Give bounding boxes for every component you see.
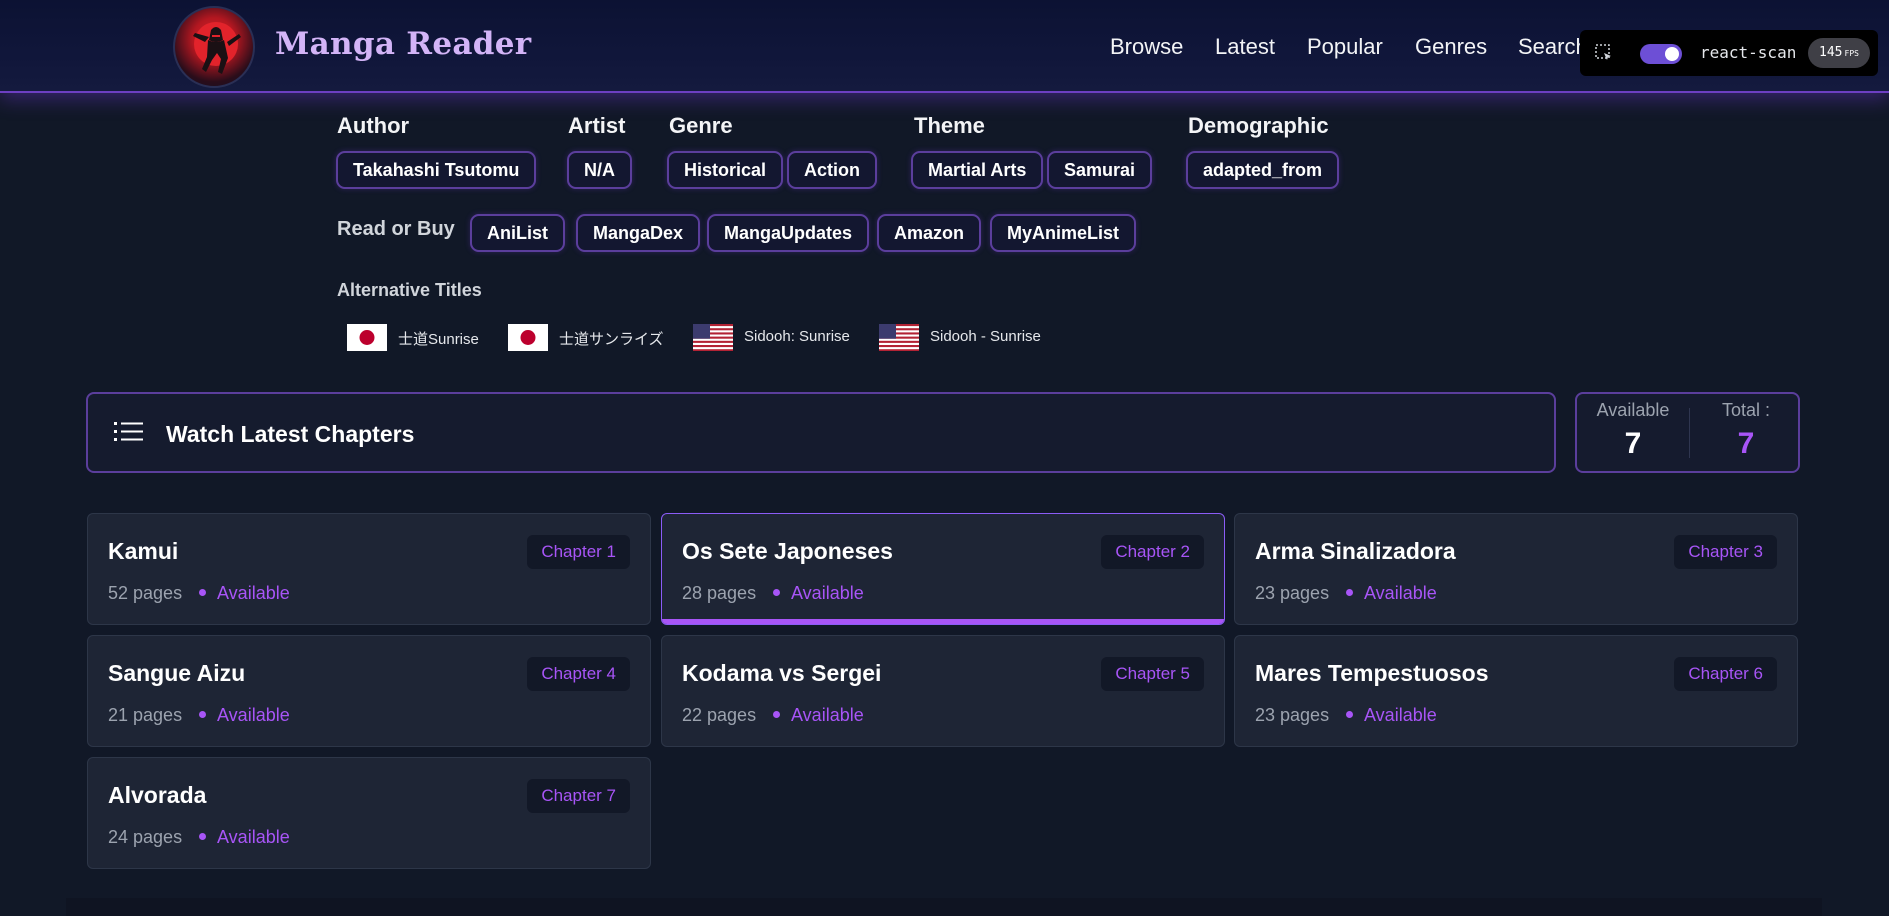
chapter-badge: Chapter 3 (1674, 535, 1777, 569)
us-flag-icon (693, 324, 733, 351)
read-or-buy-label: Read or Buy (337, 218, 455, 240)
page-count: 52 pages (108, 583, 183, 603)
availability-status: Available (773, 583, 864, 604)
artist-chip[interactable]: N/A (567, 151, 632, 189)
chapter-badge: Chapter 4 (527, 657, 630, 691)
chapter-badge: Chapter 2 (1101, 535, 1204, 569)
status-dot-icon (199, 588, 206, 596)
chapter-card-5[interactable]: Kodama vs Sergei Chapter 5 22 pages Avai… (661, 635, 1225, 747)
theme-chip-martial-arts[interactable]: Martial Arts (911, 151, 1044, 189)
alternative-titles-label: Alternative Titles (337, 280, 482, 300)
chapter-card-4[interactable]: Sangue Aizu Chapter 4 21 pages Available (87, 635, 651, 747)
availability-status: Available (199, 705, 290, 726)
total-stat: Total : 7 (1721, 400, 1771, 460)
chapter-badge: Chapter 7 (527, 779, 630, 813)
chapter-card-6[interactable]: Mares Tempestuosos Chapter 6 23 pages Av… (1234, 635, 1798, 747)
availability-status: Available (1346, 583, 1437, 604)
status-dot-icon (773, 710, 780, 718)
watch-latest-chapters-header: Watch Latest Chapters (86, 392, 1556, 473)
page-count: 22 pages (682, 705, 757, 725)
chapter-title: Kodama vs Sergei (682, 660, 882, 686)
chapter-badge: Chapter 6 (1674, 657, 1777, 691)
chapter-badge: Chapter 5 (1101, 657, 1204, 691)
brand-title[interactable]: Manga Reader (275, 26, 531, 62)
status-dot-icon (199, 710, 206, 718)
react-scan-toolbar: react-scan 145 FPS (1580, 30, 1878, 76)
link-amazon[interactable]: Amazon (877, 214, 982, 252)
link-mangaupdates[interactable]: MangaUpdates (707, 214, 870, 252)
us-flag-icon (879, 324, 919, 351)
page-count: 24 pages (108, 827, 183, 847)
availability-status: Available (199, 583, 290, 604)
status-dot-icon (199, 832, 206, 840)
page-count: 28 pages (682, 583, 757, 603)
chapter-card-1[interactable]: Kamui Chapter 1 52 pages Available (87, 513, 651, 625)
link-mangadex[interactable]: MangaDex (576, 214, 701, 252)
chapter-title: Sangue Aizu (108, 660, 246, 686)
fps-counter: 145 FPS (1808, 38, 1870, 68)
react-scan-toggle[interactable] (1640, 44, 1682, 64)
link-anilist[interactable]: AniList (470, 214, 565, 252)
availability-status: Available (1346, 705, 1437, 726)
available-stat: Available 7 (1596, 400, 1670, 460)
status-dot-icon (1346, 710, 1353, 718)
chapter-card-3[interactable]: Arma Sinalizadora Chapter 3 23 pages Ava… (1234, 513, 1798, 625)
genre-chip-historical[interactable]: Historical (667, 151, 784, 189)
react-scan-label: react-scan (1700, 43, 1797, 62)
chapter-title: Kamui (108, 538, 179, 564)
author-chip[interactable]: Takahashi Tsutomu (336, 151, 537, 189)
nav-popular[interactable]: Popular (1307, 34, 1383, 60)
content-bottom-edge (66, 898, 1822, 916)
jp-flag-icon (347, 324, 387, 351)
page-count: 21 pages (108, 705, 183, 725)
status-dot-icon (773, 588, 780, 596)
logo-ninja-icon[interactable] (173, 6, 255, 88)
status-dot-icon (1346, 588, 1353, 596)
demographic-chip[interactable]: adapted_from (1186, 151, 1340, 189)
nav-latest[interactable]: Latest (1215, 34, 1275, 60)
link-myanimelist[interactable]: MyAnimeList (990, 214, 1137, 252)
page-count: 23 pages (1255, 583, 1330, 603)
chapter-title: Alvorada (108, 782, 207, 808)
demographic-label: Demographic (1188, 113, 1329, 138)
nav-genres[interactable]: Genres (1415, 34, 1487, 60)
nav-browse[interactable]: Browse (1110, 34, 1183, 60)
author-label: Author (337, 113, 410, 138)
section-title: Watch Latest Chapters (166, 421, 415, 447)
chapter-title: Arma Sinalizadora (1255, 538, 1456, 564)
theme-chip-samurai[interactable]: Samurai (1047, 151, 1153, 189)
chapter-badge: Chapter 1 (527, 535, 630, 569)
genre-chip-action[interactable]: Action (787, 151, 877, 189)
inspect-select-icon[interactable] (1594, 43, 1614, 63)
chapter-card-7[interactable]: Alvorada Chapter 7 24 pages Available (87, 757, 651, 869)
jp-flag-icon (508, 324, 548, 351)
page-count: 23 pages (1255, 705, 1330, 725)
availability-status: Available (199, 827, 290, 848)
genre-label: Genre (669, 113, 733, 138)
nav-search[interactable]: Search (1518, 34, 1588, 60)
availability-status: Available (773, 705, 864, 726)
chapter-stats: Available 7 Total : 7 (1575, 392, 1800, 473)
theme-label: Theme (914, 113, 985, 138)
list-icon (114, 422, 143, 441)
artist-label: Artist (568, 113, 626, 138)
chapter-title: Os Sete Japoneses (682, 538, 893, 564)
chapter-title: Mares Tempestuosos (1255, 660, 1489, 686)
chapter-card-2[interactable]: Os Sete Japoneses Chapter 2 28 pages Ava… (661, 513, 1225, 625)
